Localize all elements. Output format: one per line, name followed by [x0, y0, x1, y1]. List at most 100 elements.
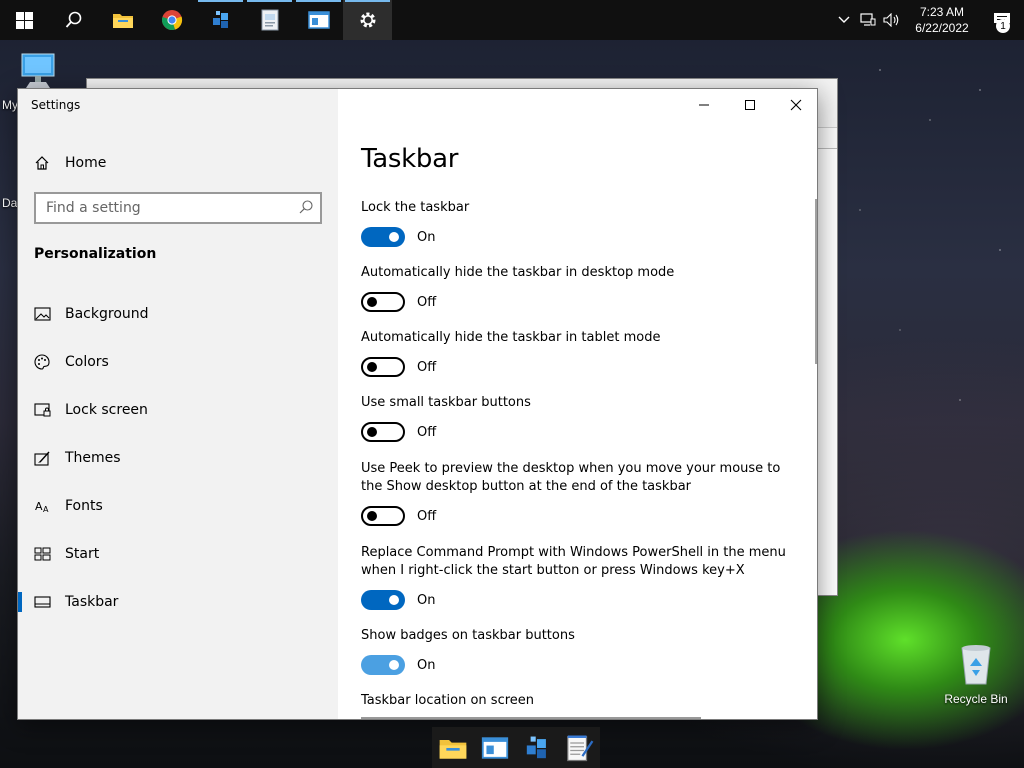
desktop-icon-data[interactable]: Da [2, 196, 18, 210]
dock-app-cubes[interactable] [519, 730, 555, 766]
toggle-state: Off [417, 508, 437, 524]
setting-autohide-tablet: Automatically hide the taskbar in tablet… [361, 329, 801, 377]
settings-window[interactable]: Settings Home Personalization Background… [17, 88, 818, 720]
sidebar-item-colors[interactable]: Colors [18, 342, 338, 382]
page-title: Taskbar [361, 144, 459, 174]
picture-icon [33, 305, 51, 323]
settings-search-input[interactable] [36, 194, 286, 222]
search-icon [65, 11, 81, 28]
file-explorer-icon [112, 14, 133, 28]
palette-icon [33, 353, 51, 371]
taskbar-search-button[interactable] [49, 0, 98, 40]
toggle-switch[interactable] [361, 422, 405, 442]
sidebar-item-start[interactable]: Start [18, 534, 338, 574]
toggle-switch[interactable] [361, 357, 405, 377]
desktop-icon-label: Recycle Bin [944, 692, 1008, 706]
file-explorer-icon [439, 739, 467, 759]
network-icon [860, 13, 876, 26]
app-cubes-icon [212, 11, 228, 28]
toggle-state: On [417, 229, 436, 245]
clock-time: 7:23 AM [919, 5, 965, 19]
taskbar-file-explorer[interactable] [98, 0, 147, 40]
bottom-dock [432, 727, 600, 768]
setting-autohide-desktop: Automatically hide the taskbar in deskto… [361, 264, 801, 312]
taskbar: 7:23 AM 6/22/2022 1 [0, 0, 1024, 40]
start-button[interactable] [0, 0, 49, 40]
sidebar-item-label: Themes [65, 450, 121, 466]
document-app-icon [261, 9, 278, 31]
setting-peek: Use Peek to preview the desktop when you… [361, 460, 801, 526]
setting-label: Lock the taskbar [361, 200, 470, 215]
tray-clock[interactable]: 7:23 AM 6/22/2022 [904, 4, 980, 36]
taskbar-chrome[interactable] [147, 0, 196, 40]
desktop-icon-my-computer[interactable]: My [2, 48, 72, 112]
toggle-switch[interactable] [361, 506, 405, 526]
windows-logo-icon [16, 11, 33, 29]
window-app-icon [481, 736, 509, 759]
toggle-knob [367, 427, 377, 437]
sidebar-item-lock-screen[interactable]: Lock screen [18, 390, 338, 430]
setting-powershell: Replace Command Prompt with Windows Powe… [361, 544, 801, 610]
sidebar-section-title: Personalization [34, 246, 157, 262]
toggle-state: Off [417, 294, 437, 310]
computer-icon [21, 53, 55, 88]
sidebar-item-themes[interactable]: Themes [18, 438, 338, 478]
toggle-switch[interactable] [361, 590, 405, 610]
taskbar-settings[interactable] [343, 0, 392, 40]
tray-overflow-button[interactable] [832, 0, 856, 40]
sidebar-item-label: Lock screen [65, 402, 148, 418]
dock-notepad[interactable] [561, 730, 597, 766]
fonts-icon: AA [33, 497, 51, 515]
sidebar-item-label: Colors [65, 354, 109, 370]
desktop-icon-label: My [2, 98, 18, 112]
clock-date: 6/22/2022 [915, 21, 969, 35]
dock-window-app[interactable] [477, 730, 513, 766]
setting-label: Use small taskbar buttons [361, 395, 531, 410]
notepad-icon [567, 735, 594, 761]
home-icon [35, 156, 49, 170]
sidebar-item-label: Taskbar [65, 594, 119, 610]
notification-count-badge: 1 [996, 19, 1010, 33]
toggle-knob [367, 297, 377, 307]
toggle-switch[interactable] [361, 227, 405, 247]
taskbar-app-cubes[interactable] [196, 0, 245, 40]
taskbar-location-dropdown[interactable] [361, 717, 701, 719]
settings-gear-icon [360, 12, 375, 28]
settings-sidebar: Settings Home Personalization Background… [18, 89, 338, 719]
svg-text:A: A [43, 505, 49, 513]
settings-search-box[interactable] [34, 192, 322, 224]
taskbar-window-app[interactable] [294, 0, 343, 40]
nav-home[interactable]: Home [18, 149, 338, 177]
window-app-icon [307, 11, 330, 29]
desktop-icon-recycle-bin[interactable]: Recycle Bin [940, 640, 1012, 706]
app-cubes-icon [526, 736, 546, 758]
chrome-icon [161, 10, 182, 30]
toggle-knob [367, 362, 377, 372]
sidebar-item-label: Fonts [65, 498, 103, 514]
toggle-knob [389, 232, 399, 242]
toggle-state: Off [417, 359, 437, 375]
setting-label: Use Peek to preview the desktop when you… [361, 461, 781, 494]
setting-taskbar-location: Taskbar location on screen [361, 692, 801, 710]
themes-icon [33, 449, 51, 467]
setting-badges: Show badges on taskbar buttons On [361, 627, 801, 675]
sidebar-item-fonts[interactable]: AA Fonts [18, 486, 338, 526]
toggle-switch[interactable] [361, 292, 405, 312]
dock-file-explorer[interactable] [435, 730, 471, 766]
content-scrollbar[interactable] [815, 199, 817, 364]
tray-volume[interactable] [880, 0, 904, 40]
setting-lock-taskbar: Lock the taskbar On [361, 199, 801, 247]
toggle-knob [389, 660, 399, 670]
setting-label: Show badges on taskbar buttons [361, 628, 575, 643]
desktop-icon-label: Da [2, 196, 18, 210]
volume-icon [883, 13, 899, 27]
taskbar-document-app[interactable] [245, 0, 294, 40]
sidebar-item-background[interactable]: Background [18, 294, 338, 334]
sidebar-item-taskbar[interactable]: Taskbar [18, 582, 338, 622]
toggle-switch[interactable] [361, 655, 405, 675]
start-tiles-icon [33, 545, 51, 563]
action-center-button[interactable]: 1 [980, 0, 1024, 40]
toggle-state: On [417, 592, 436, 608]
toggle-state: Off [417, 424, 437, 440]
tray-network[interactable] [856, 0, 880, 40]
